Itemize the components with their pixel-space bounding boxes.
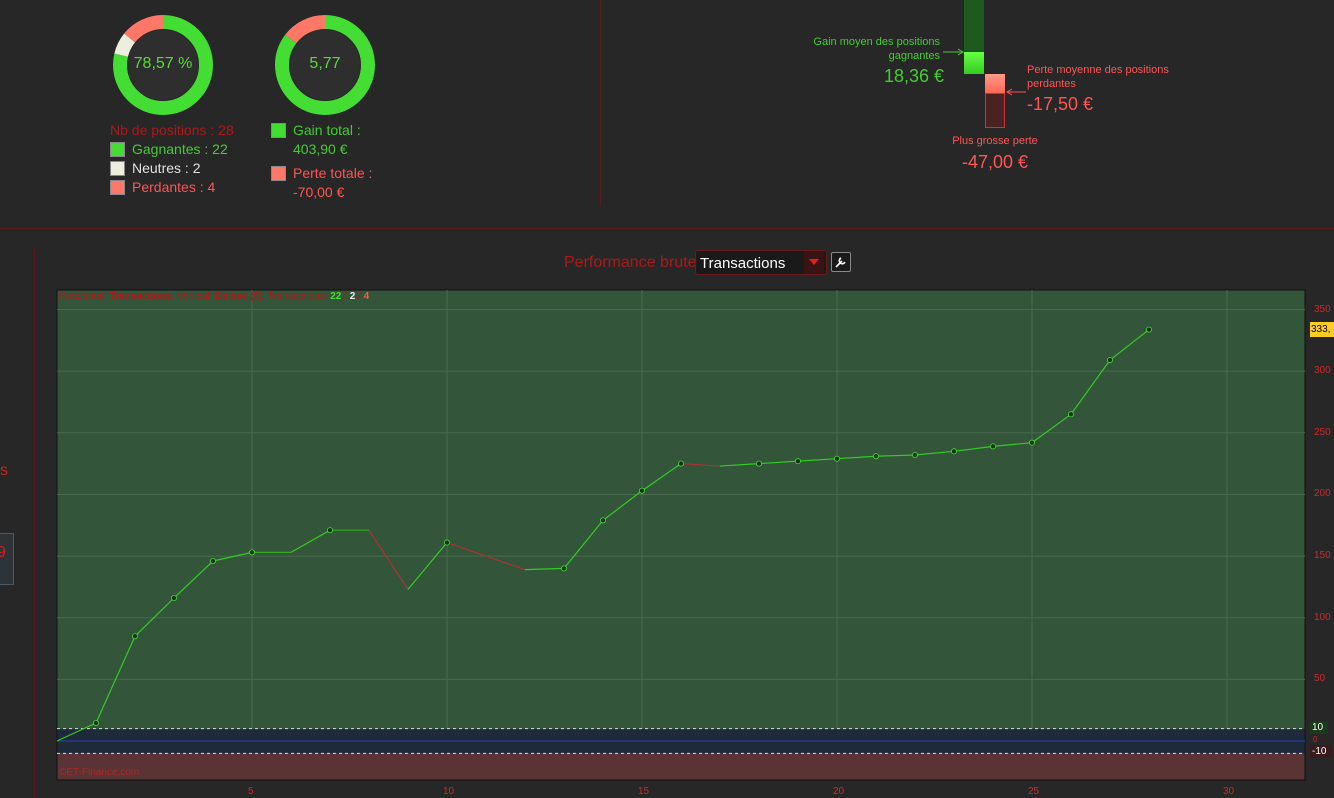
x-tick-label: 15 [638, 786, 650, 797]
x-tick-label: 10 [443, 786, 455, 797]
x-tick-label: 30 [1223, 786, 1235, 797]
y-tick-label: 250 [1314, 426, 1331, 438]
y-tick-label: 100 [1314, 611, 1331, 623]
x-tick-label: 25 [1028, 786, 1040, 797]
data-point [131, 633, 138, 640]
data-point [170, 594, 177, 601]
chart-info-mid: , Vertical: [171, 291, 216, 302]
data-point [1146, 326, 1153, 333]
data-point [795, 458, 802, 465]
y-tick-label: 150 [1314, 550, 1331, 562]
band-mid-tag: 0 [1313, 735, 1318, 744]
data-point [443, 539, 450, 546]
chart-info-line: Horizontal: Transactions, Vertical: Devi… [59, 291, 369, 302]
chart-info-h: Transactions [109, 291, 172, 302]
negative-zone [57, 753, 1305, 780]
data-point [1029, 439, 1036, 446]
data-point [600, 517, 607, 524]
data-point [990, 443, 997, 450]
x-tick-label: 5 [248, 786, 254, 797]
chart-info-sep1: / [341, 291, 350, 302]
data-point [873, 453, 880, 460]
data-point [756, 460, 763, 467]
chart-info-win: 22 [330, 291, 342, 302]
last-value-tag: 333, [1310, 322, 1334, 337]
chart-info-loss: 4 [363, 291, 370, 302]
band-lower-tag: -10 [1310, 745, 1332, 758]
data-point [561, 565, 568, 572]
data-point [93, 720, 100, 727]
chart-info-prefix: Horizontal: [59, 291, 110, 302]
data-point [639, 487, 646, 494]
watermark: ©ET-Finance.com [59, 767, 140, 778]
data-point [678, 460, 685, 467]
data-point [209, 558, 216, 565]
y-tick-label: 50 [1314, 673, 1326, 685]
data-point [834, 455, 841, 462]
data-point [248, 549, 255, 556]
data-point [1068, 411, 1075, 418]
y-tick-label: 350 [1314, 303, 1331, 315]
chart-info-v: Devise (€) [215, 291, 263, 302]
plot-area [57, 290, 1305, 729]
data-point [912, 451, 919, 458]
chart-info-tx: , Transactions: [262, 291, 331, 302]
data-point [1107, 357, 1114, 364]
y-tick-label: 200 [1314, 488, 1331, 500]
chart-info-sep2: / [355, 291, 364, 302]
data-point [951, 448, 958, 455]
y-tick-label: 300 [1314, 365, 1331, 377]
x-tick-label: 20 [833, 786, 845, 797]
data-point [326, 527, 333, 534]
performance-chart [56, 289, 1306, 781]
band-upper-tag: 10 [1310, 721, 1328, 734]
